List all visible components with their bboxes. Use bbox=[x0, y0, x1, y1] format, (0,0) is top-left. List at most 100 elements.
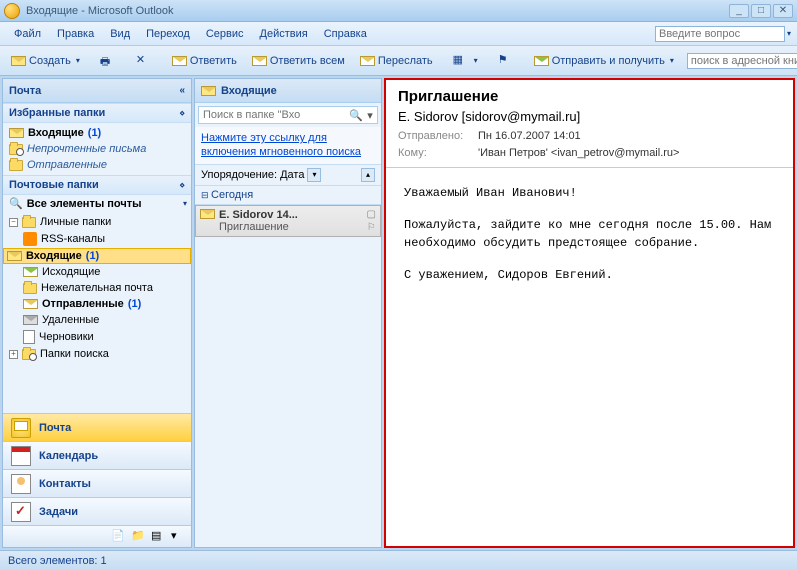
send-receive-button[interactable]: Отправить и получить ▾ bbox=[527, 52, 681, 70]
notes-nav-icon[interactable]: 📄 bbox=[111, 529, 127, 545]
folders-nav-icon[interactable]: 📁 bbox=[131, 529, 147, 545]
expand-icon[interactable]: + bbox=[9, 350, 18, 359]
contacts-nav-icon bbox=[11, 474, 31, 494]
group-today[interactable]: ⊟ Сегодня bbox=[195, 186, 381, 205]
status-bar: Всего элементов: 1 bbox=[0, 550, 797, 570]
tree-inbox-count: (1) bbox=[86, 250, 99, 262]
tree-inbox[interactable]: Входящие (1) bbox=[3, 248, 191, 264]
categorize-button[interactable]: ▦▾ bbox=[446, 50, 485, 72]
menu-go[interactable]: Переход bbox=[138, 26, 198, 42]
print-icon: 🖶 bbox=[100, 53, 116, 69]
app-orb-icon bbox=[4, 3, 20, 19]
sent-icon bbox=[23, 299, 38, 309]
menu-bar: Файл Правка Вид Переход Сервис Действия … bbox=[0, 22, 797, 46]
personal-folders-label: Личные папки bbox=[40, 216, 111, 228]
tree-sent-label: Отправленные bbox=[42, 298, 124, 310]
instant-search-hint[interactable]: Нажмите эту ссылку для включения мгновен… bbox=[195, 127, 381, 165]
forward-label: Переслать bbox=[378, 55, 433, 67]
body-p1: Уважаемый Иван Иванович! bbox=[404, 184, 775, 202]
menu-file[interactable]: Файл bbox=[6, 26, 49, 42]
reply-all-button[interactable]: Ответить всем bbox=[245, 52, 352, 70]
nav-title: Почта bbox=[9, 85, 41, 97]
reading-pane: Приглашение E. Sidorov [sidorov@mymail.r… bbox=[384, 78, 795, 548]
body-p2: Пожалуйста, зайдите ко мне сегодня после… bbox=[404, 216, 775, 252]
message-subject: Приглашение bbox=[219, 221, 363, 233]
menu-help[interactable]: Справка bbox=[316, 26, 375, 42]
flag-icon[interactable]: ⚐ bbox=[367, 222, 376, 233]
mail-nav-icon bbox=[11, 418, 31, 438]
nav-header: Почта « bbox=[3, 79, 191, 103]
sent-value: Пн 16.07.2007 14:01 bbox=[478, 128, 581, 145]
reply-label: Ответить bbox=[190, 55, 237, 67]
search-dropdown-icon[interactable]: ▾ bbox=[363, 109, 377, 122]
menu-view[interactable]: Вид bbox=[102, 26, 138, 42]
maximize-button[interactable]: □ bbox=[751, 4, 771, 18]
calendar-nav-icon bbox=[11, 446, 31, 466]
arrange-dropdown[interactable]: ▾ bbox=[307, 168, 321, 182]
navbtn-calendar[interactable]: Календарь bbox=[3, 441, 191, 469]
favorites-header[interactable]: Избранные папки ⋄ bbox=[3, 103, 191, 123]
folder-search[interactable]: 🔍 ▾ bbox=[198, 106, 378, 124]
search-folders-icon bbox=[22, 349, 36, 360]
window-titlebar: Входящие - Microsoft Outlook _ □ ✕ bbox=[0, 0, 797, 22]
fav-inbox[interactable]: Входящие (1) bbox=[3, 125, 191, 141]
tree-personal-folders[interactable]: − Личные папки bbox=[3, 214, 191, 230]
folder-search-input[interactable] bbox=[199, 107, 349, 123]
arrange-by[interactable]: Упорядочение: Дата ▾ ▴ bbox=[195, 165, 381, 186]
menu-tools[interactable]: Сервис bbox=[198, 26, 252, 42]
tree-drafts[interactable]: Черновики bbox=[3, 328, 191, 346]
fav-unread-label: Непрочтенные письма bbox=[27, 143, 146, 155]
favorites-label: Избранные папки bbox=[9, 107, 105, 119]
tree-drafts-label: Черновики bbox=[39, 331, 94, 343]
message-list-pane: Входящие 🔍 ▾ Нажмите эту ссылку для вклю… bbox=[194, 78, 382, 548]
menu-actions[interactable]: Действия bbox=[252, 26, 316, 42]
tree-junk[interactable]: Нежелательная почта bbox=[3, 280, 191, 296]
navbtn-mail[interactable]: Почта bbox=[3, 413, 191, 441]
fav-unread[interactable]: Непрочтенные письма bbox=[3, 141, 191, 157]
search-folder-icon bbox=[9, 144, 23, 155]
print-button[interactable]: 🖶 bbox=[93, 50, 123, 72]
collapse-icon[interactable]: − bbox=[9, 218, 18, 227]
tree-sent-count: (1) bbox=[128, 298, 141, 310]
nav-config-icon[interactable]: ▾ bbox=[171, 529, 187, 545]
message-body[interactable]: Уважаемый Иван Иванович! Пожалуйста, зай… bbox=[386, 168, 793, 546]
reply-button[interactable]: Ответить bbox=[165, 52, 244, 70]
message-item[interactable]: E. Sidorov 14... Приглашение ▢ ⚐ bbox=[195, 205, 381, 237]
nav-collapse-button[interactable]: « bbox=[179, 85, 185, 96]
tree-sent[interactable]: Отправленные (1) bbox=[3, 296, 191, 312]
shortcuts-nav-icon[interactable]: ▤ bbox=[151, 529, 167, 545]
drafts-icon bbox=[23, 330, 35, 344]
ask-dropdown[interactable]: ▾ bbox=[787, 29, 791, 38]
followup-button[interactable]: ⚑ bbox=[491, 50, 521, 72]
minimize-button[interactable]: _ bbox=[729, 4, 749, 18]
delete-button[interactable]: ✕ bbox=[129, 50, 159, 72]
inbox-icon bbox=[7, 251, 22, 261]
search-all-icon: 🔍 bbox=[9, 197, 23, 210]
tree-search-folders[interactable]: + Папки поиска bbox=[3, 346, 191, 362]
tree-rss[interactable]: RSS-каналы bbox=[3, 230, 191, 248]
new-button[interactable]: Создать ▾ bbox=[4, 52, 87, 70]
message-unread-icon bbox=[200, 209, 215, 219]
navbtn-contacts[interactable]: Контакты bbox=[3, 469, 191, 497]
tree-outbox[interactable]: Исходящие bbox=[3, 264, 191, 280]
message-header: Приглашение E. Sidorov [sidorov@mymail.r… bbox=[386, 80, 793, 168]
ask-question-input[interactable] bbox=[655, 26, 785, 42]
category-icon[interactable]: ▢ bbox=[367, 209, 376, 220]
fav-inbox-label: Входящие bbox=[28, 127, 84, 139]
all-mail-items[interactable]: 🔍 Все элементы почты ▾ bbox=[3, 195, 191, 212]
search-folders-label: Папки поиска bbox=[40, 348, 109, 360]
close-button[interactable]: ✕ bbox=[773, 4, 793, 18]
forward-button[interactable]: Переслать bbox=[353, 52, 440, 70]
tree-deleted[interactable]: Удаленные bbox=[3, 312, 191, 328]
search-icon[interactable]: 🔍 bbox=[349, 109, 363, 122]
fav-sent-label: Отправленные bbox=[27, 159, 107, 171]
sent-folder-icon bbox=[9, 160, 23, 171]
sort-order-button[interactable]: ▴ bbox=[361, 168, 375, 182]
menu-edit[interactable]: Правка bbox=[49, 26, 102, 42]
message-sender: E. Sidorov [sidorov@mymail.ru] bbox=[398, 109, 781, 124]
mail-folders-header[interactable]: Почтовые папки ⋄ bbox=[3, 175, 191, 195]
junk-icon bbox=[23, 283, 37, 294]
fav-sent[interactable]: Отправленные bbox=[3, 157, 191, 173]
address-book-search[interactable] bbox=[687, 53, 797, 69]
navbtn-tasks[interactable]: Задачи bbox=[3, 497, 191, 525]
